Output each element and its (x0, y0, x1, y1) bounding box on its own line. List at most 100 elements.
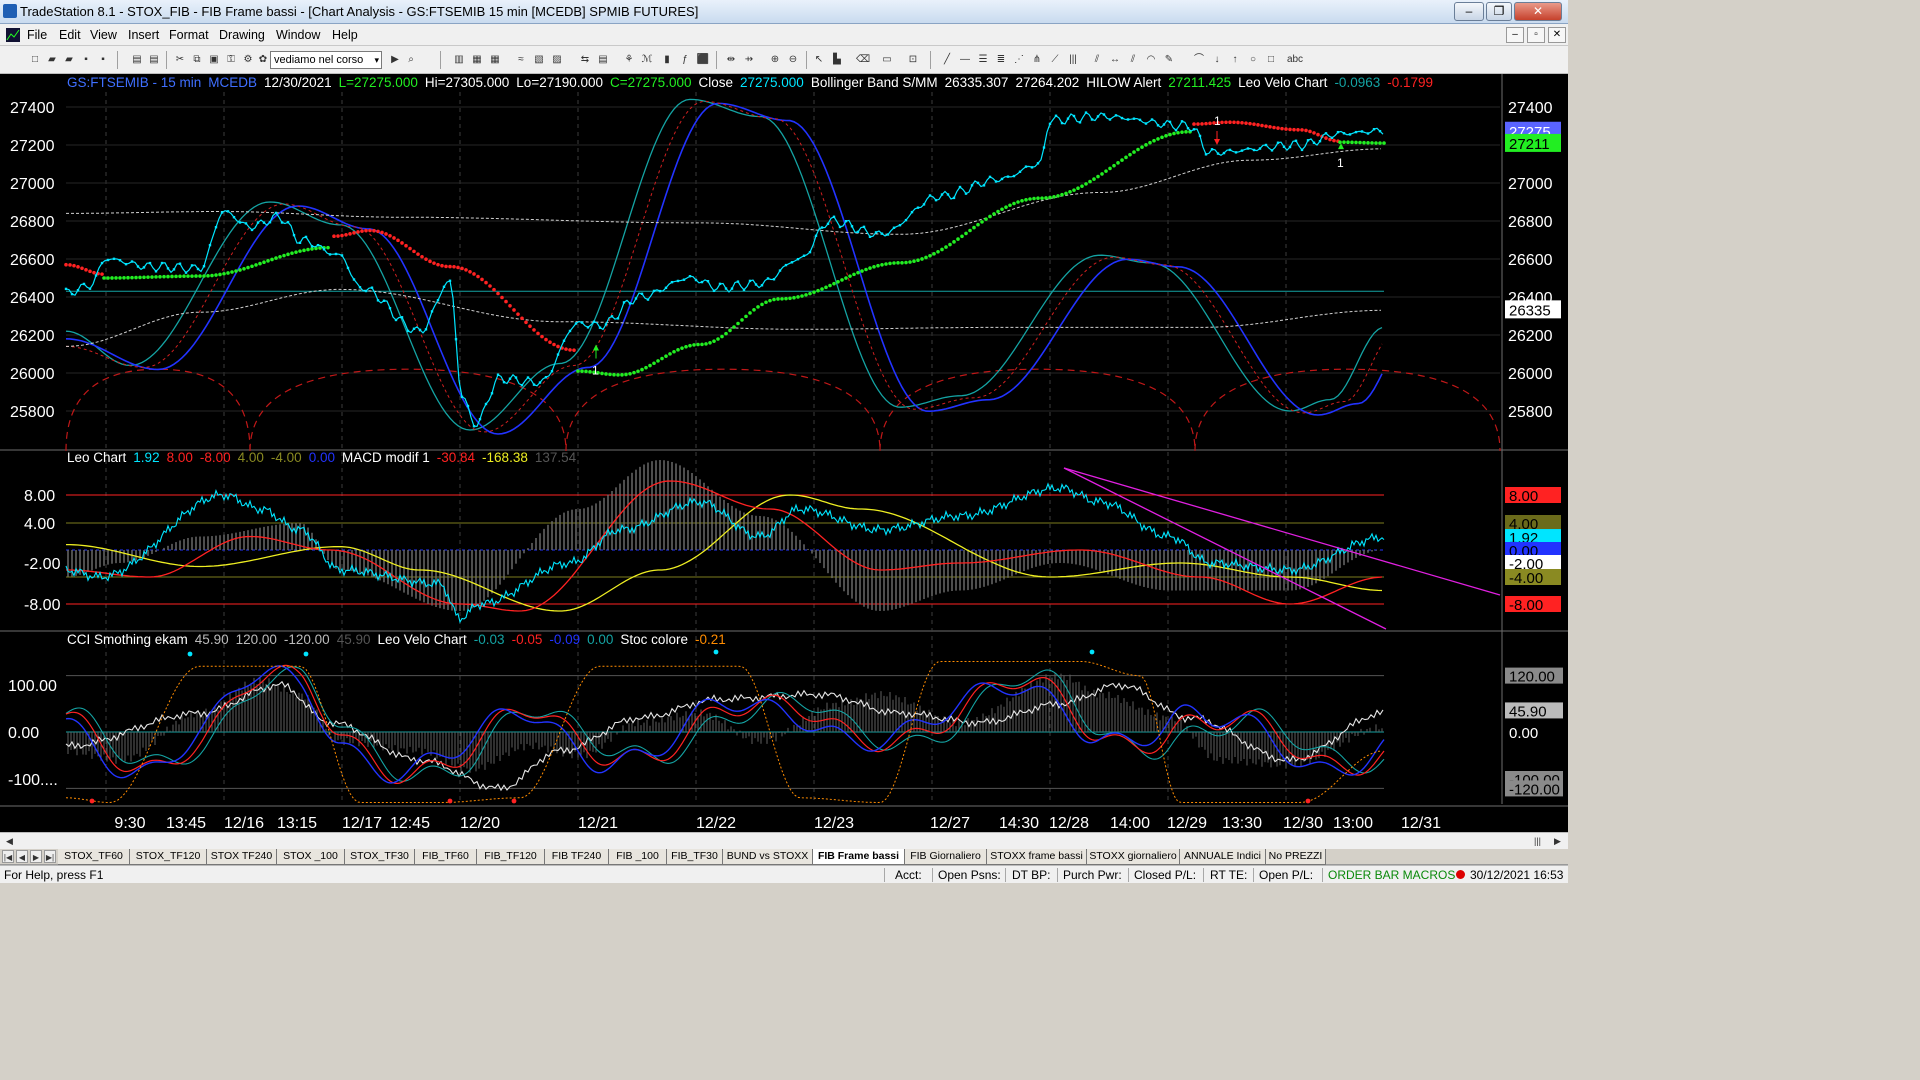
fib-arcs-icon[interactable]: ◠ (1144, 53, 1158, 67)
insert-study-icon[interactable]: ƒ (678, 53, 692, 67)
scanner-icon[interactable]: ▧ (532, 53, 546, 67)
tab-next-icon[interactable]: ▶ (30, 850, 42, 863)
tab-first-icon[interactable]: |◀ (2, 850, 14, 863)
save-all-icon[interactable]: ▪ (96, 53, 110, 67)
close-button[interactable]: ✕ (1514, 2, 1562, 21)
tab-no-prezzi[interactable]: No PREZZI (1266, 849, 1326, 865)
child-close-button[interactable]: ✕ (1548, 27, 1566, 43)
copy-icon[interactable]: ⧉ (190, 53, 204, 67)
tab-stox-tf60[interactable]: STOX_TF60 (58, 849, 130, 865)
menu-insert[interactable]: Insert (128, 28, 159, 42)
pointer-icon[interactable]: ↖ (812, 53, 826, 67)
chart-area[interactable]: 111 274002740027200272002700027000268002… (0, 74, 1568, 832)
cut-icon[interactable]: ✂ (173, 53, 187, 67)
save-icon[interactable]: ▪ (79, 53, 93, 67)
insert-indicator-icon[interactable]: ℳ (640, 53, 654, 67)
show-me-icon[interactable]: ⬛ (696, 53, 710, 67)
open-folder-icon[interactable]: ▰ (45, 53, 59, 67)
scroll-left-icon[interactable]: ◀ (2, 834, 17, 848)
tab-stoxx-giornaliero[interactable]: STOXX giornaliero (1087, 849, 1180, 865)
rectangle-icon[interactable]: □ (1264, 53, 1278, 67)
scroll-right-icon[interactable]: ▶ (1550, 834, 1565, 848)
curve-icon[interactable]: ⌒ (1192, 53, 1206, 67)
order-bar-icon[interactable]: ⇆ (578, 53, 592, 67)
tab-stox-tf120[interactable]: STOX_TF120 (130, 849, 207, 865)
child-restore-button[interactable]: ▫ (1527, 27, 1545, 43)
order-bar-macros-button[interactable]: ORDER BAR MACROS (1328, 868, 1455, 882)
network-icon[interactable]: ✿ (256, 53, 270, 67)
tab-fib-tf120[interactable]: FIB_TF120 (477, 849, 545, 865)
menu-view[interactable]: View (90, 28, 117, 42)
tab-annuale-indici[interactable]: ANNUALE Indici (1180, 849, 1266, 865)
strategy-icon[interactable]: ⚙ (241, 53, 255, 67)
chart-window-icon[interactable] (6, 28, 20, 42)
fib-retracement-icon[interactable]: ≣ (994, 53, 1008, 67)
tab-fib-tf60[interactable]: FIB_TF60 (415, 849, 477, 865)
strategy-perf-icon[interactable]: ▤ (596, 53, 610, 67)
radarscreen-icon[interactable]: ▦ (470, 53, 484, 67)
child-minimize-button[interactable]: – (1506, 27, 1524, 43)
menu-window[interactable]: Window (276, 28, 320, 42)
lock-icon[interactable]: ⚿ (224, 53, 238, 67)
zoom-in-icon[interactable]: ⊕ (768, 53, 782, 67)
hotlist-icon[interactable]: ▨ (550, 53, 564, 67)
tab-stox-100[interactable]: STOX _100 (277, 849, 345, 865)
down-arrow-icon[interactable]: ↓ (1210, 53, 1224, 67)
print-preview-icon[interactable]: ▤ (147, 53, 161, 67)
tab-stox-tf240[interactable]: STOX TF240 (207, 849, 277, 865)
tab-stox-tf30[interactable]: STOX_TF30 (345, 849, 415, 865)
chart-analysis-icon[interactable]: ▥ (452, 53, 466, 67)
horizontal-line-icon[interactable]: ― (958, 53, 972, 67)
menu-help[interactable]: Help (332, 28, 358, 42)
go-arrow-icon[interactable]: ▶ (388, 53, 402, 67)
scroll-bars-icon[interactable]: ||| (1530, 834, 1545, 848)
horizontal-scrollbar[interactable]: ◀ ||| ▶ (0, 832, 1568, 849)
andrews-pitchfork-icon[interactable]: ⋔ (1030, 53, 1044, 67)
fib-time-zone-icon[interactable]: ||| (1066, 53, 1080, 67)
tab-fib-100[interactable]: FIB _100 (609, 849, 667, 865)
find-icon[interactable]: ⌕ (404, 53, 418, 67)
regression-channel-icon[interactable]: ⫽ (1090, 53, 1104, 67)
speed-lines-icon[interactable]: ⟋ (1048, 53, 1062, 67)
tab-fib-frame-bassi[interactable]: FIB Frame bassi (813, 849, 905, 865)
eraser-icon[interactable]: ⌫ (856, 53, 870, 67)
format-symbol-icon[interactable]: ⚘ (622, 53, 636, 67)
tab-fib-tf30[interactable]: FIB_TF30 (667, 849, 723, 865)
parallel-lines-icon[interactable]: ⫽ (1126, 53, 1140, 67)
bar-spacing-increase-icon[interactable]: ⇸ (742, 53, 756, 67)
chevron-down-icon[interactable]: ▾ (374, 52, 379, 68)
menu-edit[interactable]: Edit (59, 28, 81, 42)
gann-fan-icon[interactable]: ⋰ (1012, 53, 1026, 67)
paste-icon[interactable]: ▣ (207, 53, 221, 67)
menu-file[interactable]: File (27, 28, 47, 42)
open-workspace-icon[interactable]: ▰ (62, 53, 76, 67)
tab-stoxx-frame-bassi[interactable]: STOXX frame bassi (987, 849, 1087, 865)
tab-fib-tf240[interactable]: FIB TF240 (545, 849, 609, 865)
ellipse-icon[interactable]: ○ (1246, 53, 1260, 67)
up-arrow-icon[interactable]: ↑ (1228, 53, 1242, 67)
pen-icon[interactable]: ✎ (1162, 53, 1176, 67)
tab-fib-giornaliero[interactable]: FIB Giornaliero (905, 849, 987, 865)
lock-drawing-icon[interactable]: ⊡ (906, 53, 920, 67)
horizontal-arrow-icon[interactable]: ↔ (1108, 53, 1122, 67)
minimize-button[interactable]: – (1454, 2, 1484, 21)
bar-spacing-decrease-icon[interactable]: ⇹ (724, 53, 738, 67)
workspace-combo[interactable]: vediamo nel corso ▾ (270, 51, 382, 69)
bar-chart-icon[interactable]: ▮ (660, 53, 674, 67)
optionstation-icon[interactable]: ≈ (514, 53, 528, 67)
new-file-icon[interactable]: □ (28, 53, 42, 67)
clipboard-icon[interactable]: ▭ (880, 53, 894, 67)
print-icon[interactable]: ▤ (130, 53, 144, 67)
tab-last-icon[interactable]: ▶| (44, 850, 56, 863)
menu-drawing[interactable]: Drawing (219, 28, 265, 42)
zoom-out-icon[interactable]: ⊖ (786, 53, 800, 67)
trendline-icon[interactable]: ╱ (940, 53, 954, 67)
restore-button[interactable]: ❐ (1486, 2, 1512, 21)
data-window-icon[interactable]: ▙ (830, 53, 844, 67)
matrix-icon[interactable]: ▦ (488, 53, 502, 67)
text-icon[interactable]: abc (1284, 53, 1306, 67)
channel-icon[interactable]: ☰ (976, 53, 990, 67)
tab-prev-icon[interactable]: ◀ (16, 850, 28, 863)
tab-bund-vs-stoxx[interactable]: BUND vs STOXX (723, 849, 813, 865)
menu-format[interactable]: Format (169, 28, 209, 42)
